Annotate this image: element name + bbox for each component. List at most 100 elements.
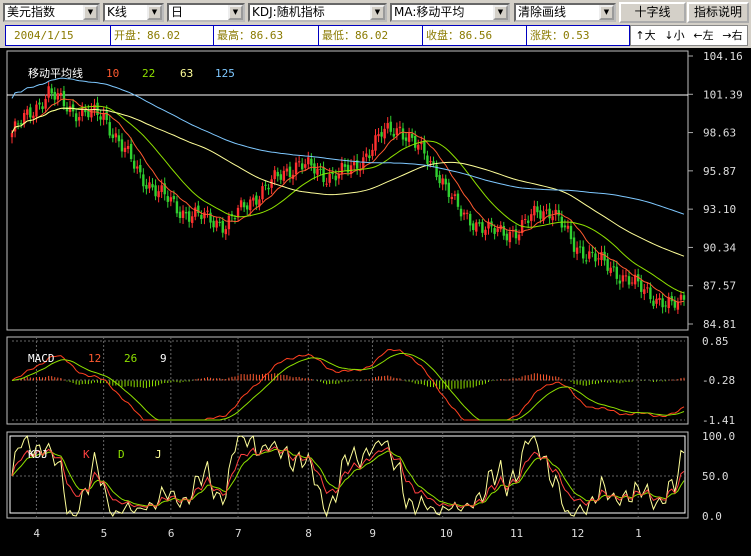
candle-up [78,117,81,121]
candle-up [429,160,432,163]
candle-down [468,213,472,226]
macd-axis-label: -0.28 [702,374,735,387]
candle-down [200,214,203,220]
candle-down [279,174,282,180]
chevron-down-icon[interactable]: ▼ [493,5,508,20]
candle-down [111,134,114,139]
candle-down [649,287,652,300]
pan-left-button[interactable]: ←左 [693,26,713,45]
candle-down [242,202,246,208]
x-tick-label: 7 [235,527,242,540]
candle-up [441,178,444,185]
candle-up [365,153,368,157]
drawing-select[interactable]: 清除画线 ▼ [514,3,616,22]
candle-up [44,98,47,109]
candle-up [126,145,130,149]
kdj-j-legend: J [155,448,162,461]
candle-down [661,298,664,308]
kdj-d-legend: D [118,448,125,461]
pan-right-button[interactable]: →右 [722,26,742,45]
candle-down [591,252,594,254]
candle-up [551,216,554,221]
candle-down [346,164,350,173]
macd-param-fast: 12 [88,352,101,365]
candle-down [493,228,496,234]
info-high: 最高：86.63 [213,25,319,46]
chevron-down-icon[interactable]: ▼ [83,5,98,20]
chevron-down-icon[interactable]: ▼ [147,5,162,20]
candle-down [29,107,32,118]
candle-down [389,121,392,132]
chart-type-select[interactable]: K线 ▼ [103,3,164,22]
candle-down [380,132,383,137]
candle-up [307,157,310,165]
candle-up [417,144,420,150]
candle-up [383,128,386,139]
period-select[interactable]: 日 ▼ [167,3,245,22]
candle-up [395,128,399,136]
zoom-in-button[interactable]: ↑大 [635,26,655,45]
overlay-value: MA:移动平均 [394,5,465,19]
candle-down [142,174,145,187]
candle-down [184,212,188,214]
candle-down [606,259,609,271]
indicator-help-button[interactable]: 指标说明 [687,2,749,23]
price-axis-label: 87.57 [703,280,736,293]
candle-down [276,171,279,177]
candle-down [536,206,539,213]
candle-up [68,106,72,112]
candle-down [120,139,124,152]
candle-down [569,225,573,240]
candle-down [435,164,438,178]
zoom-pan-buttons: ↑大 ↓小 ←左 →右 [630,25,748,46]
candle-down [53,91,56,100]
candle-down [572,237,576,252]
macd-param-slow: 26 [124,352,137,365]
candle-up [398,126,402,129]
candle-up [316,168,319,175]
chevron-down-icon[interactable]: ▼ [228,5,243,20]
chevron-down-icon[interactable]: ▼ [599,5,614,20]
overlay-select[interactable]: MA:移动平均 ▼ [390,3,510,22]
candle-down [99,116,102,120]
chevron-down-icon[interactable]: ▼ [370,5,385,20]
candle-down [392,133,396,137]
kdj-axis-label: 0.0 [702,510,722,523]
candle-up [35,104,38,117]
x-tick-label: 6 [168,527,175,540]
candle-up [545,209,548,211]
candle-up [597,258,600,260]
ma10-legend: 10 [106,67,119,80]
indicator-value: KDJ:随机指标 [252,5,325,19]
candle-up [236,207,240,218]
candle-up [297,161,301,163]
x-tick-label: 1 [635,527,642,540]
symbol-select[interactable]: 美元指数 ▼ [3,3,100,22]
candle-down [343,164,347,167]
candle-down [84,109,87,113]
candle-up [630,282,634,284]
price-axis-label: 98.63 [703,127,736,140]
candle-down [682,295,686,300]
stock-chart[interactable]: 移动平均线 10 22 63 125 MACD 12 26 9 KDJ K D … [0,48,751,556]
candle-up [252,197,255,201]
candle-up [352,161,356,166]
macd-dea-line [11,352,685,421]
candle-down [472,223,475,231]
price-axis-label: 90.34 [703,241,736,254]
candle-up [191,216,194,223]
candle-up [453,194,457,196]
zoom-out-button[interactable]: ↓小 [664,26,684,45]
candle-down [96,102,99,115]
candle-down [563,225,567,228]
candle-up [517,234,521,241]
candle-down [539,210,542,219]
ma125-legend: 125 [215,67,235,80]
candle-down [585,260,588,262]
candle-down [640,280,643,292]
candle-up [114,133,118,138]
candle-down [368,155,371,158]
indicator-select[interactable]: KDJ:随机指标 ▼ [248,3,387,22]
crosshair-button[interactable]: 十字线 [619,2,686,23]
candle-up [450,196,454,199]
